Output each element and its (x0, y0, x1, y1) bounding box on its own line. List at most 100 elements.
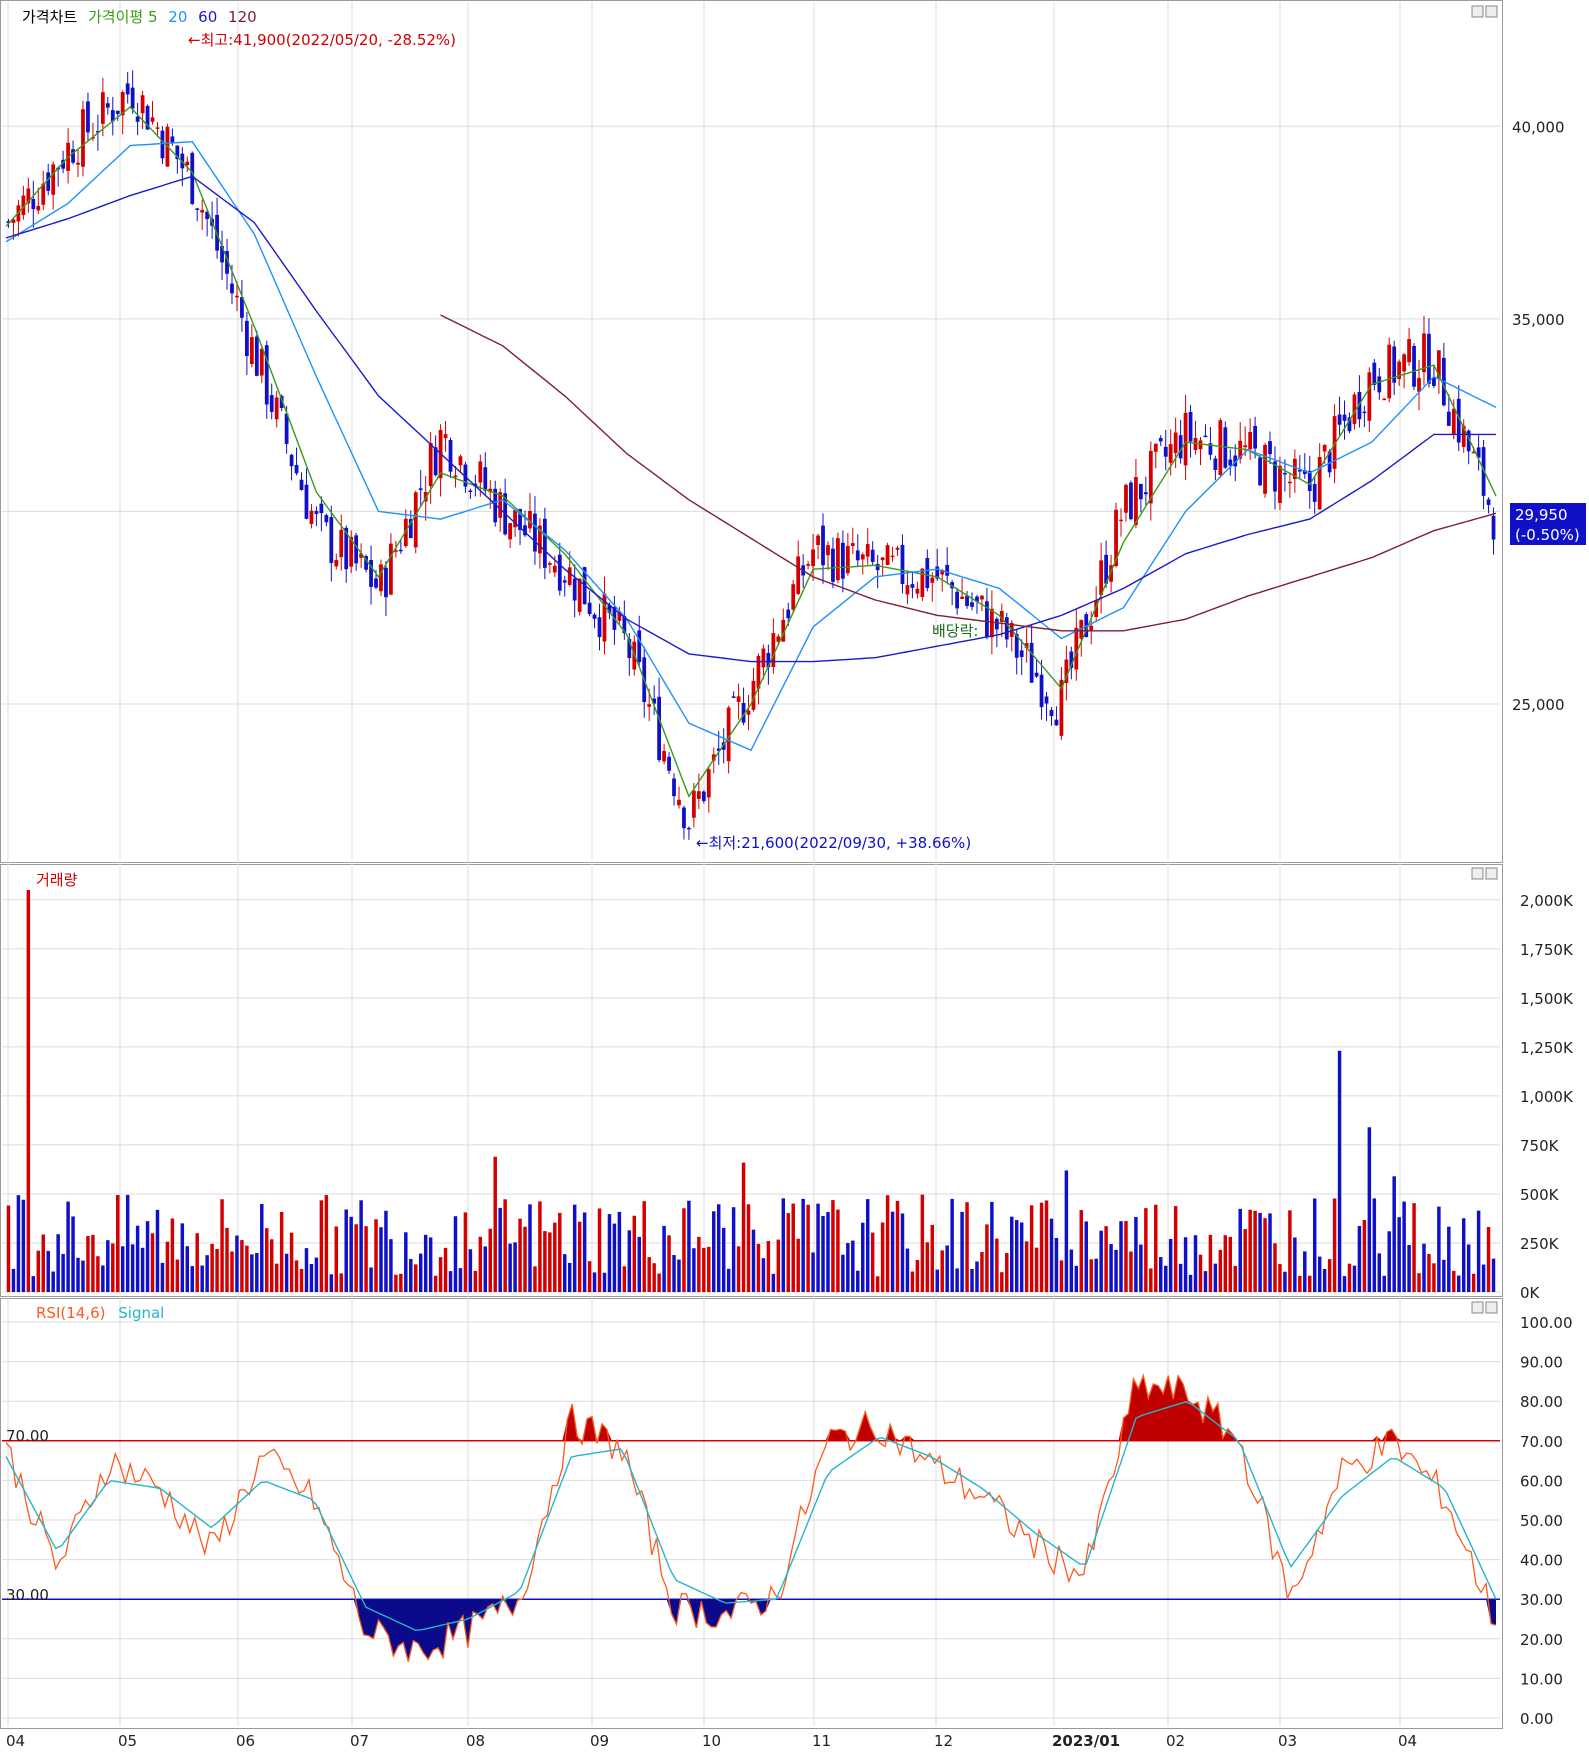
volume-bar (791, 1203, 795, 1292)
volume-bar (96, 1256, 100, 1292)
volume-bar (1084, 1221, 1088, 1292)
candle (1173, 432, 1178, 454)
volume-bar (841, 1254, 845, 1292)
minimize-icon[interactable] (1471, 1301, 1484, 1314)
volume-bar (553, 1222, 557, 1292)
volume-bar (1332, 1198, 1337, 1292)
volume-bar (260, 1203, 264, 1292)
candle (125, 83, 130, 95)
volume-bar (1486, 1226, 1491, 1292)
candle (1258, 457, 1262, 486)
candle (1317, 456, 1322, 510)
volume-bar (1104, 1226, 1108, 1292)
volume-bar (1213, 1263, 1218, 1292)
volume-bar (1208, 1234, 1213, 1292)
volume-bar (314, 1257, 319, 1292)
candle (1422, 333, 1426, 373)
candle (31, 198, 36, 210)
volume-bar (677, 1259, 681, 1292)
candle (1143, 492, 1148, 495)
volume-bar (1461, 1218, 1466, 1292)
candle (542, 518, 547, 568)
candle (1278, 465, 1282, 503)
candle (135, 116, 140, 122)
volume-bar (364, 1226, 368, 1292)
candle (413, 492, 418, 548)
candle (398, 549, 403, 552)
volume-bar (180, 1223, 185, 1292)
volume-bar (394, 1274, 398, 1292)
volume-bar (667, 1235, 671, 1292)
volume-bar (1293, 1237, 1297, 1292)
candle (1412, 346, 1416, 387)
candle (150, 117, 155, 122)
volume-bar (975, 1261, 979, 1292)
volume-bar (389, 1239, 393, 1292)
volume-bar (1029, 1205, 1034, 1292)
close-icon[interactable] (1485, 1301, 1498, 1314)
volume-bar (130, 1244, 135, 1292)
volume-bar (657, 1273, 661, 1292)
volume-bar (1268, 1213, 1272, 1292)
candle (140, 95, 145, 114)
candle (235, 295, 239, 298)
volume-bar (940, 1250, 944, 1292)
candle (1163, 446, 1168, 457)
volume-bar (225, 1227, 229, 1292)
minimize-icon[interactable] (1471, 5, 1484, 18)
volume-bar (255, 1253, 259, 1292)
volume-bar (637, 1236, 641, 1292)
volume-bar (632, 1215, 637, 1292)
volume-bar (816, 1203, 820, 1292)
candle (448, 439, 453, 472)
minimize-icon[interactable] (1471, 867, 1484, 880)
candle (294, 464, 299, 474)
volume-bar (1402, 1201, 1406, 1292)
candle (736, 696, 741, 702)
volume-bar (240, 1240, 244, 1292)
low-annotation: ←최저:21,600(2022/09/30, +38.66%) (696, 834, 971, 852)
volume-bar (652, 1263, 656, 1292)
candle (309, 510, 314, 524)
dividend-annotation: 배당락: (932, 622, 978, 640)
volume-bar (597, 1208, 602, 1292)
legend-rsi: RSI(14,6) (36, 1304, 105, 1322)
candle (100, 92, 105, 124)
candle (597, 617, 602, 638)
volume-legend: 거래량 (36, 871, 78, 889)
rsi-tick-label: 100.00 (1520, 1314, 1573, 1332)
candle (254, 336, 259, 376)
candle (1044, 696, 1049, 704)
candle (1362, 411, 1367, 414)
candle (1198, 440, 1203, 450)
volume-bar (1308, 1275, 1312, 1292)
volume-bar (915, 1259, 920, 1292)
candle (960, 596, 964, 600)
volume-bar (970, 1268, 974, 1292)
volume-bar (567, 1262, 572, 1292)
volume-bar (215, 1248, 219, 1292)
candle (682, 807, 686, 829)
volume-bar (1049, 1218, 1054, 1292)
volume-bar (1263, 1218, 1267, 1292)
close-icon[interactable] (1485, 867, 1498, 880)
volume-bar (920, 1194, 925, 1292)
candle (428, 442, 433, 487)
candle (672, 778, 676, 797)
x-tick-label: 04 (6, 1732, 25, 1750)
volume-bar (1283, 1271, 1287, 1292)
volume-bar (642, 1201, 646, 1292)
volume-bar (438, 1257, 443, 1292)
volume-bar (1188, 1274, 1193, 1292)
volume-bar (374, 1219, 378, 1292)
volume-bar (1397, 1217, 1401, 1292)
rsi-tick-label: 80.00 (1520, 1393, 1563, 1411)
volume-bar (1442, 1259, 1446, 1292)
close-icon[interactable] (1485, 5, 1498, 18)
volume-bar (1327, 1259, 1332, 1292)
legend-ma20: 20 (168, 8, 187, 26)
candle (1263, 444, 1267, 494)
volume-bar (935, 1269, 939, 1292)
candle (1089, 625, 1094, 631)
candle (443, 434, 448, 439)
